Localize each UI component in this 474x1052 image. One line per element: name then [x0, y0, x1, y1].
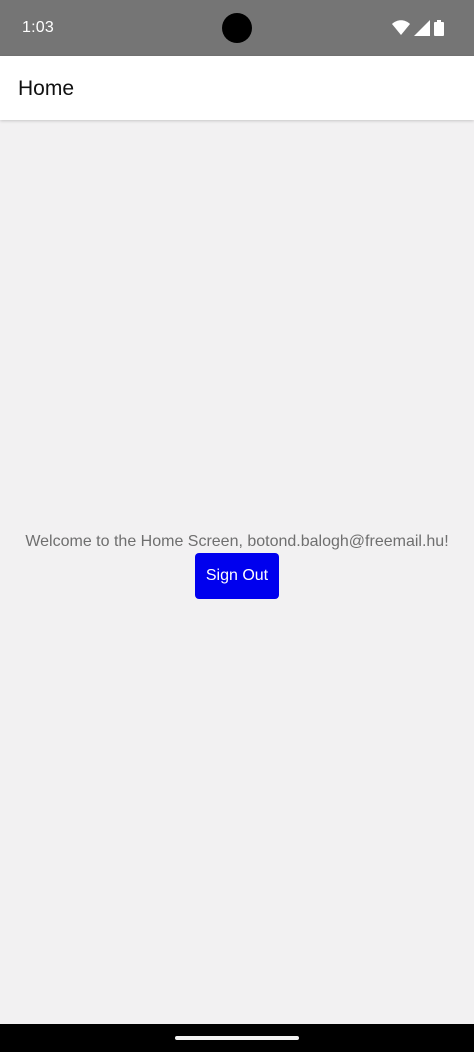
welcome-message: Welcome to the Home Screen, botond.balog… — [25, 533, 449, 550]
sign-out-button[interactable]: Sign Out — [195, 553, 279, 599]
home-gesture-handle[interactable] — [175, 1036, 299, 1040]
app-bar: Home — [0, 56, 474, 120]
cell-signal-icon — [414, 20, 430, 36]
camera-cutout — [222, 13, 252, 43]
status-bar: 1:03 — [0, 0, 474, 56]
page-title: Home — [18, 77, 75, 100]
status-time: 1:03 — [22, 19, 54, 36]
wifi-icon — [392, 20, 410, 36]
status-icons — [392, 19, 444, 37]
battery-icon — [434, 20, 444, 36]
home-content: Welcome to the Home Screen, botond.balog… — [0, 121, 474, 1024]
system-navigation-bar — [0, 1024, 474, 1052]
